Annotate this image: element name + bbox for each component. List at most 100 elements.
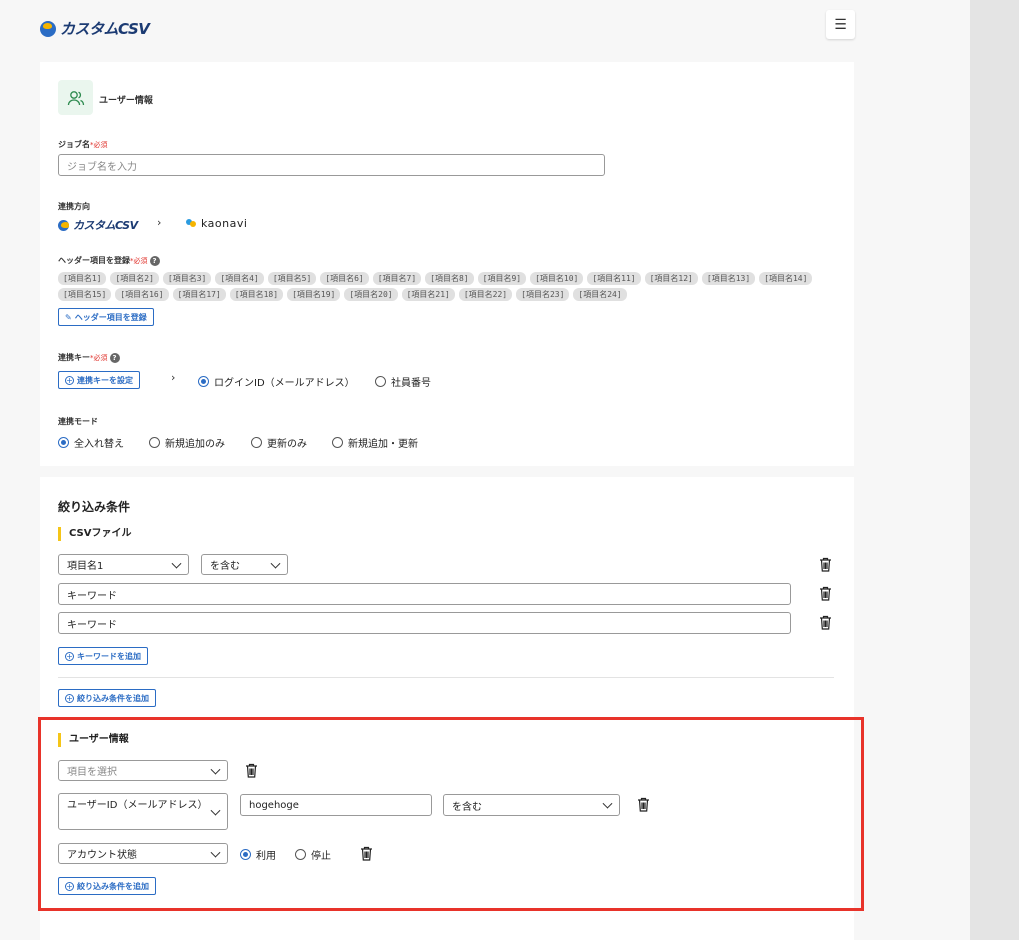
header-item: [項目名7] — [372, 272, 422, 285]
chevron-right-icon: › — [171, 371, 176, 384]
header-item: [項目名2] — [110, 272, 159, 285]
divider — [58, 677, 834, 678]
mode-option-add-update[interactable]: 新規追加・更新 — [332, 435, 418, 450]
csv-field-select[interactable]: 項目名1 — [58, 554, 189, 575]
card-title: ユーザー情報 — [99, 96, 153, 106]
key-label-text: 連携キー — [58, 353, 90, 362]
from-logo-text: カスタムCSV — [73, 219, 138, 232]
header-item: [項目名5] — [267, 272, 317, 285]
logo-text: カスタムCSV — [60, 20, 150, 38]
scrollbar[interactable] — [970, 0, 1019, 940]
keyword-input-1[interactable]: キーワード — [58, 583, 791, 605]
mode-option-add-only[interactable]: 新規追加のみ — [149, 435, 225, 450]
mode-option-update-only[interactable]: 更新のみ — [251, 435, 307, 450]
header-item: [項目名17] — [172, 288, 226, 301]
header-item: [項目名4] — [215, 272, 264, 285]
csv-subtitle: CSVファイル — [58, 527, 131, 541]
set-key-button[interactable]: + 連携キーを設定 — [58, 371, 140, 389]
job-name-label-text: ジョブ名 — [58, 140, 90, 149]
required-mark: *必須 — [90, 354, 108, 362]
radio-icon — [251, 437, 262, 448]
mode-option-label: 新規追加のみ — [165, 439, 225, 450]
chevron-down-icon — [171, 558, 182, 569]
from-logo: カスタムCSV — [58, 217, 138, 233]
header-label-text: ヘッダー項目を登録 — [58, 256, 130, 265]
mode-option-label: 全入れ替え — [74, 439, 124, 450]
add-keyword-button[interactable]: + キーワードを追加 — [58, 647, 148, 665]
chevron-down-icon — [270, 558, 281, 569]
header-item: [項目名14] — [759, 272, 813, 285]
key-option-login-id[interactable]: ログインID（メールアドレス） — [198, 374, 355, 389]
key-option-employee-no[interactable]: 社員番号 — [375, 374, 431, 389]
add-keyword-label: キーワードを追加 — [77, 651, 141, 661]
header-items-row1: [項目名1] [項目名2] [項目名3] [項目名4] [項目名5] [項目名6] [項目名… — [58, 272, 818, 285]
plus-icon: + — [65, 693, 74, 703]
mode-option-label: 更新のみ — [267, 439, 307, 450]
app-logo: カスタムCSV — [40, 18, 150, 39]
header-item: [項目名22] — [458, 288, 513, 301]
header-item: [項目名10] — [530, 272, 584, 285]
header-item: [項目名21] — [401, 288, 455, 301]
header-items-row2: [項目名15] [項目名16] [項目名17] [項目名18] [項目名19] [項目名2… — [58, 288, 818, 301]
hamburger-icon: ☰ — [834, 16, 847, 33]
kaonavi-text: kaonavi — [201, 217, 248, 230]
logo-icon — [58, 219, 69, 231]
plus-icon: + — [65, 651, 74, 661]
help-icon[interactable]: ? — [149, 255, 160, 266]
mode-label: 連携モード — [58, 417, 98, 426]
kaonavi-icon — [186, 218, 196, 227]
pencil-icon: ✎ — [65, 312, 72, 322]
menu-button[interactable]: ☰ — [826, 10, 855, 39]
header-item: [項目名20] — [344, 288, 398, 301]
trash-icon[interactable] — [819, 586, 832, 601]
header-item: [項目名8] — [425, 272, 474, 285]
users-icon — [58, 80, 93, 115]
register-header-button[interactable]: ✎ ヘッダー項目を登録 — [58, 308, 154, 326]
key-option-label: ログインID（メールアドレス） — [214, 378, 355, 389]
keyword-input-2[interactable]: キーワード — [58, 612, 791, 634]
logo-icon — [40, 20, 56, 37]
header-item: [項目名6] — [320, 272, 369, 285]
direction-from: カスタムCSV — [58, 217, 138, 233]
header-item: [項目名23] — [516, 288, 570, 301]
radio-selected-icon — [198, 376, 209, 387]
header-item: [項目名9] — [477, 272, 527, 285]
chevron-right-icon: › — [157, 216, 162, 229]
csv-operator-value: を含む — [210, 561, 240, 572]
header-item: [項目名15] — [58, 288, 112, 301]
key-label: 連携キー*必須? — [58, 352, 120, 363]
set-key-label: 連携キーを設定 — [77, 375, 133, 385]
header-label: ヘッダー項目を登録*必須? — [58, 255, 160, 266]
register-header-label: ヘッダー項目を登録 — [74, 312, 147, 322]
trash-icon[interactable] — [819, 557, 832, 572]
header-item: [項目名19] — [287, 288, 341, 301]
direction-label: 連携方向 — [58, 202, 90, 211]
trash-icon[interactable] — [819, 615, 832, 630]
required-mark: *必須 — [130, 257, 148, 265]
radio-icon — [375, 376, 386, 387]
job-name-label: ジョブ名*必須 — [58, 139, 108, 150]
header-item: [項目名16] — [115, 288, 169, 301]
mode-option-label: 新規追加・更新 — [348, 439, 418, 450]
header-item: [項目名18] — [229, 288, 284, 301]
csv-field-value: 項目名1 — [67, 561, 104, 572]
csv-operator-select[interactable]: を含む — [201, 554, 288, 575]
add-condition-button[interactable]: + 絞り込み条件を追加 — [58, 689, 156, 707]
mode-option-replace-all[interactable]: 全入れ替え — [58, 435, 124, 450]
header-item: [項目名11] — [587, 272, 641, 285]
header-item: [項目名12] — [644, 272, 698, 285]
header-item: [項目名24] — [573, 288, 627, 301]
plus-icon: + — [65, 375, 74, 385]
radio-icon — [332, 437, 343, 448]
direction-to: kaonavi — [185, 217, 247, 230]
header-item: [項目名1] — [58, 272, 107, 285]
radio-selected-icon — [58, 437, 69, 448]
user-info-card: ユーザー情報 ジョブ名*必須 ジョブ名を入力 連携方向 カスタムCSV › ka… — [40, 62, 854, 466]
filter-title: 絞り込み条件 — [58, 500, 131, 514]
job-name-input[interactable]: ジョブ名を入力 — [58, 154, 605, 176]
help-icon[interactable]: ? — [109, 352, 120, 363]
radio-icon — [149, 437, 160, 448]
key-option-label: 社員番号 — [391, 378, 431, 389]
header-item: [項目名13] — [701, 272, 756, 285]
header-item: [項目名3] — [162, 272, 212, 285]
